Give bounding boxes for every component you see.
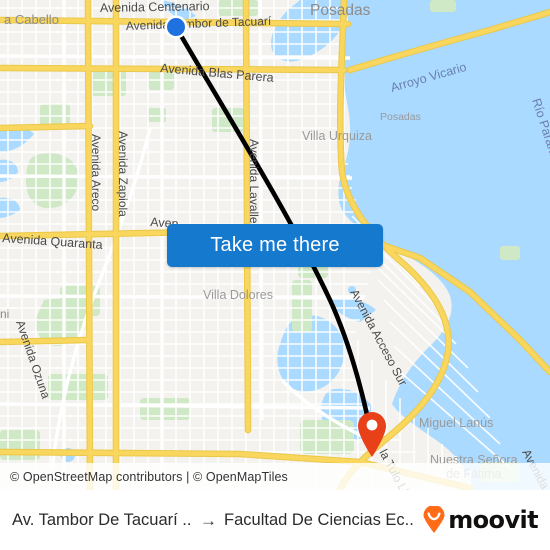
svg-text:Posadas: Posadas	[310, 2, 371, 19]
svg-text:Avenida Centenario: Avenida Centenario	[100, 0, 210, 15]
origin-marker[interactable]	[164, 15, 188, 39]
moovit-pin-icon	[423, 506, 445, 533]
moovit-logo[interactable]: moovit	[421, 506, 539, 534]
moovit-wordmark: moovit	[448, 506, 538, 534]
destination-name[interactable]: Facultad De Ciencias Ec...	[224, 511, 415, 530]
route-endpoints: Av. Tambor De Tacuarí ... → Facultad De …	[12, 511, 415, 530]
take-me-there-button[interactable]: Take me there	[167, 224, 383, 267]
svg-text:Villa Dolores: Villa Dolores	[203, 288, 273, 302]
origin-name[interactable]: Av. Tambor De Tacuarí ...	[12, 511, 193, 530]
moovit-trip-planner-screen: a Cabello Avenida Centenario Avenida Tam…	[0, 0, 550, 550]
svg-text:Avenida Lavalle: Avenida Lavalle	[247, 139, 261, 224]
svg-text:a Cabello: a Cabello	[4, 12, 59, 27]
svg-text:Avenida Zapiola: Avenida Zapiola	[116, 131, 130, 217]
svg-text:Avenida Areco: Avenida Areco	[89, 134, 103, 211]
trip-footer-bar: Av. Tambor De Tacuarí ... → Facultad De …	[0, 490, 550, 550]
arrow-right-icon: →	[200, 510, 218, 530]
svg-text:Miguel Lanús: Miguel Lanús	[419, 416, 493, 430]
svg-text:Posadas: Posadas	[380, 111, 421, 123]
attribution-text: © OpenStreetMap contributors | © OpenMap…	[10, 469, 288, 484]
take-me-there-label: Take me there	[210, 234, 340, 256]
svg-text:Villa Urquiza: Villa Urquiza	[302, 129, 372, 143]
svg-text:ni: ni	[0, 307, 9, 321]
map-attribution: © OpenStreetMap contributors | © OpenMap…	[0, 463, 550, 490]
